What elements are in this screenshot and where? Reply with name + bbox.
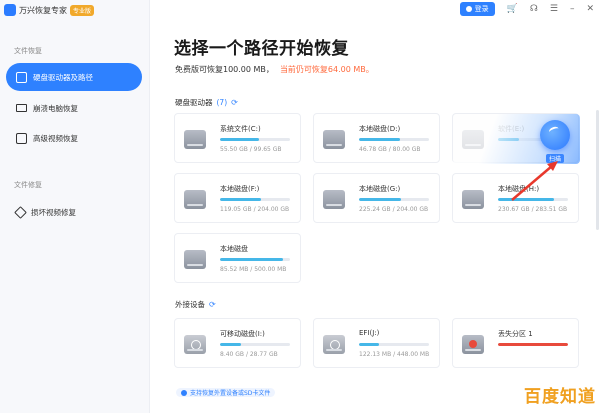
drives-group-label: 硬盘驱动器 (7) ⟳ [175, 97, 238, 108]
usage-bar [359, 343, 429, 346]
usage-bar-fill [359, 138, 400, 141]
hard-drive-icon [184, 190, 206, 209]
usage-bar-fill [220, 198, 261, 201]
scrollbar[interactable] [596, 110, 599, 230]
usage-bar-fill [359, 198, 401, 201]
usage-bar-fill [498, 138, 519, 141]
drive-size: 230.67 GB / 283.51 GB [498, 206, 568, 213]
usage-bar [220, 138, 290, 141]
external-group-label: 外接设备 ⟳ [175, 299, 216, 310]
sidebar-item-label: 硬盘驱动器及路径 [33, 72, 93, 82]
usage-bar [220, 198, 290, 201]
sidebar-item-video-recovery[interactable]: 高级视频恢复 [6, 124, 142, 152]
promo-link[interactable]: 支持恢复外置设备或SD卡文件 [176, 388, 276, 397]
drives-label: 硬盘驱动器 [175, 98, 213, 107]
video-icon [16, 132, 27, 144]
hard-drive-icon [462, 130, 484, 149]
usage-bar [359, 198, 429, 201]
external-label: 外接设备 [175, 300, 205, 309]
section-file-recovery: 文件恢复 [14, 47, 42, 55]
usage-bar-fill [220, 258, 283, 261]
info-icon [181, 389, 187, 396]
quota-free: 免费版可恢复100.00 MB， [175, 65, 274, 74]
usage-bar-fill [498, 198, 554, 201]
drive-name: 可移动磁盘(I:) [220, 330, 265, 338]
drive-name: 丢失分区 1 [498, 330, 533, 338]
drive-card[interactable]: 系统文件(C:) 55.50 GB / 99.65 GB [174, 113, 301, 163]
section-file-repair: 文件修复 [14, 181, 42, 189]
watermark: 百度知道 [524, 387, 596, 407]
hard-drive-icon [16, 71, 27, 83]
drive-name: 软件(E:) [498, 125, 525, 133]
drive-name: 本地磁盘(F:) [220, 185, 260, 193]
drive-name: 本地磁盘(D:) [359, 125, 401, 133]
app-logo-icon [4, 4, 16, 16]
hard-drive-icon [184, 250, 206, 269]
drive-size: 46.78 GB / 80.00 GB [359, 146, 421, 153]
external-drive-card[interactable]: 可移动磁盘(I:) 8.40 GB / 28.77 GB [174, 318, 301, 368]
usage-bar [498, 343, 568, 346]
usb-drive-icon [184, 335, 206, 354]
drive-name: 本地磁盘(H:) [498, 185, 540, 193]
sidebar: 万兴恢复专家 专业版 文件恢复 硬盘驱动器及路径 崩溃电脑恢复 高级视频恢复 文… [0, 0, 150, 413]
refresh-icon[interactable]: ⟳ [231, 98, 238, 107]
usage-bar-fill [498, 343, 568, 346]
drive-name: 本地磁盘 [220, 245, 248, 253]
lost-partition-card[interactable]: 丢失分区 1 [452, 318, 579, 368]
lost-partition-icon [462, 335, 484, 354]
drive-card[interactable]: 本地磁盘(G:) 225.24 GB / 204.00 GB [313, 173, 440, 223]
drive-size: 225.24 GB / 204.00 GB [359, 206, 429, 213]
sidebar-item-label: 崩溃电脑恢复 [33, 103, 78, 113]
promo-text: 支持恢复外置设备或SD卡文件 [190, 390, 271, 397]
scan-icon[interactable] [540, 120, 570, 150]
sidebar-item-drives[interactable]: 硬盘驱动器及路径 [6, 63, 142, 91]
drive-size: 122.13 MB / 448.00 MB [359, 351, 430, 358]
external-drive-card[interactable]: EFI(J:) 122.13 MB / 448.00 MB [313, 318, 440, 368]
drives-count: (7) [216, 98, 228, 107]
hard-drive-icon [323, 190, 345, 209]
main-panel: 选择一个路径开始恢复 免费版可恢复100.00 MB， 当前仍可恢复64.00 M… [150, 0, 600, 413]
usage-bar [498, 198, 568, 201]
drive-card-selected[interactable]: 软件(E:) 扫描 [452, 113, 580, 164]
drive-card[interactable]: 本地磁盘(D:) 46.78 GB / 80.00 GB [313, 113, 440, 163]
sidebar-item-video-repair[interactable]: 损坏视频修复 [6, 198, 142, 226]
sidebar-item-label: 高级视频恢复 [33, 133, 78, 143]
refresh-icon[interactable]: ⟳ [209, 300, 216, 309]
hard-drive-icon [184, 130, 206, 149]
usage-bar-fill [359, 343, 379, 346]
drive-card[interactable]: 本地磁盘 85.52 MB / 500.00 MB [174, 233, 301, 283]
hard-drive-icon [462, 190, 484, 209]
sidebar-item-label: 损坏视频修复 [31, 207, 76, 217]
drive-size: 55.50 GB / 99.65 GB [220, 146, 282, 153]
app-window: 万兴恢复专家 专业版 文件恢复 硬盘驱动器及路径 崩溃电脑恢复 高级视频恢复 文… [0, 0, 600, 413]
brand: 万兴恢复专家 专业版 [4, 2, 95, 18]
drive-size: 119.05 GB / 204.00 GB [220, 206, 290, 213]
quota-info: 免费版可恢复100.00 MB， 当前仍可恢复64.00 MB。 [175, 64, 374, 75]
sidebar-item-crash-recovery[interactable]: 崩溃电脑恢复 [6, 94, 142, 122]
drive-name: EFI(J:) [359, 329, 380, 337]
edition-badge: 专业版 [70, 4, 95, 16]
page-title: 选择一个路径开始恢复 [174, 39, 349, 59]
usage-bar [220, 343, 290, 346]
drive-card[interactable]: 本地磁盘(F:) 119.05 GB / 204.00 GB [174, 173, 301, 223]
hard-drive-icon [323, 130, 345, 149]
usage-bar [220, 258, 290, 261]
drive-name: 系统文件(C:) [220, 125, 261, 133]
monitor-icon [16, 104, 27, 112]
app-name: 万兴恢复专家 [19, 5, 67, 15]
drive-size: 85.52 MB / 500.00 MB [220, 266, 287, 273]
usage-bar-fill [220, 343, 241, 346]
usage-bar [359, 138, 429, 141]
drive-size: 8.40 GB / 28.77 GB [220, 351, 278, 358]
scan-button[interactable]: 扫描 [545, 154, 564, 163]
usb-drive-icon [323, 335, 345, 354]
repair-icon [14, 205, 27, 219]
quota-remaining: 当前仍可恢复64.00 MB。 [279, 65, 374, 74]
drive-name: 本地磁盘(G:) [359, 185, 401, 193]
drive-card[interactable]: 本地磁盘(H:) 230.67 GB / 283.51 GB [452, 173, 579, 223]
usage-bar-fill [220, 138, 260, 141]
